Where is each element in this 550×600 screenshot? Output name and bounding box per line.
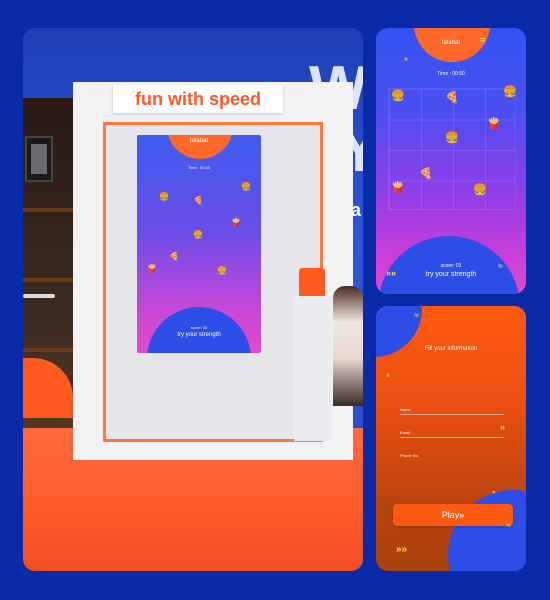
wave-icon: ≈ [480, 35, 485, 46]
shelf [23, 278, 78, 282]
game-screen: talabat ≈ » Time : 00:50 🍔 🍕 🍔 🍟 🍔 🍕 🍟 🍔… [376, 28, 526, 294]
booth-photo: W Y ta fun with speed talabat Time : 00:… [23, 28, 363, 571]
pizza-icon[interactable]: 🍕 [419, 169, 433, 180]
burger-icon[interactable]: 🍔 [473, 185, 487, 196]
cta-label: try your strength [425, 271, 477, 278]
brand-label: talabat [189, 138, 208, 144]
double-arrow-icon: » [459, 510, 465, 520]
person [333, 286, 363, 406]
burger-icon[interactable]: 🍔 [503, 87, 517, 98]
wave-icon: ≈ [414, 310, 419, 320]
door-handle [23, 294, 55, 298]
delivery-bag-icon [299, 268, 325, 298]
cta-label: try your strength [177, 332, 221, 338]
fries-icon: 🍟 [231, 218, 241, 227]
wave-icon: ≈ [506, 520, 511, 530]
fries-icon: 🍟 [147, 264, 157, 273]
timer-label: Time : 00:00 [187, 165, 211, 170]
score-label: score: 03 [190, 325, 208, 330]
booth-screen: talabat Time : 00:00 🍔 🍕 🍔 🍟 🍔 🍕 🍟 🍔 sco… [137, 135, 261, 353]
burger-icon[interactable]: 🍔 [391, 91, 405, 102]
play-label: Play [441, 510, 460, 520]
pizza-icon: 🍕 [193, 196, 203, 205]
form-title: Fill your information [424, 346, 478, 352]
double-arrow-icon: » [386, 372, 390, 379]
play-button[interactable]: Play» [393, 504, 513, 526]
timer-label: Time : 00:50 [437, 71, 465, 77]
tv-icon [25, 136, 53, 182]
double-arrow-icon: » [404, 56, 408, 63]
wave-icon: ≈ [498, 261, 503, 271]
email-label: Email [400, 430, 411, 435]
registration-screen: ≈ Fill your information » Name Email Pho… [376, 306, 526, 571]
name-field[interactable] [400, 414, 504, 415]
burger-icon: 🍔 [193, 230, 203, 239]
score-label: score: 03 [440, 263, 462, 269]
shelf [23, 348, 78, 352]
blue-circle [448, 490, 526, 571]
pizza-icon: 🍕 [169, 252, 179, 261]
pizza-icon[interactable]: 🍕 [445, 93, 459, 104]
pedestal [294, 296, 332, 441]
burger-icon[interactable]: 🍔 [445, 133, 459, 144]
name-label: Name [400, 407, 411, 412]
burger-icon: 🍔 [159, 192, 169, 201]
game-grid[interactable]: 🍔 🍕 🍔 🍟 🍔 🍕 🍟 🍔 [388, 87, 517, 210]
fries-icon[interactable]: 🍟 [487, 119, 501, 130]
double-arrow-icon: » [492, 490, 496, 496]
burger-icon: 🍔 [241, 182, 251, 191]
double-arrow-icon: »» [386, 268, 397, 278]
bottom-semicircle [147, 307, 251, 353]
brand-label: talabat [441, 40, 460, 46]
burger-icon: 🍔 [217, 266, 227, 275]
shelf [23, 208, 78, 212]
double-arrow-icon: »» [396, 544, 408, 555]
double-arrow-icon: » [500, 422, 506, 432]
phone-label: Phone No. [400, 453, 419, 458]
fries-icon[interactable]: 🍟 [391, 183, 405, 194]
email-field[interactable] [400, 437, 504, 438]
booth-sign: fun with speed [113, 85, 283, 113]
